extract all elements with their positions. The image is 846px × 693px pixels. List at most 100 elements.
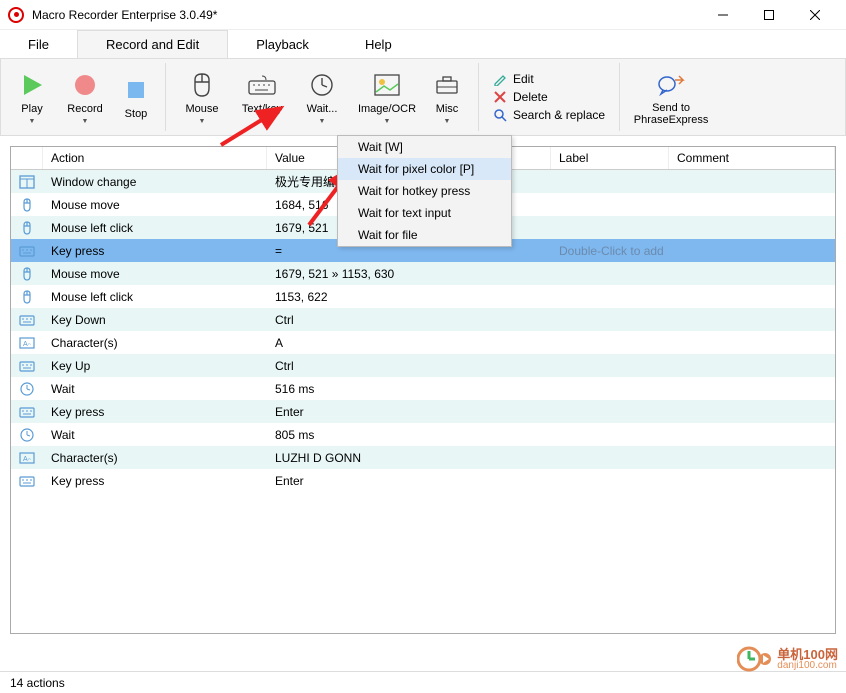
table-row[interactable]: Mouse left click1153, 622 bbox=[11, 285, 835, 308]
menu-playback[interactable]: Playback bbox=[228, 30, 337, 58]
ribbon: Play ▼ Record ▼ Stop Mouse ▼ Text/key ▼ … bbox=[0, 58, 846, 136]
menu-file[interactable]: File bbox=[0, 30, 77, 58]
row-icon bbox=[11, 267, 43, 281]
dd-wait-hotkey[interactable]: Wait for hotkey press bbox=[338, 180, 511, 202]
row-icon bbox=[11, 405, 43, 419]
row-action: Character(s) bbox=[43, 451, 267, 465]
svg-text:A꤮: A꤮ bbox=[23, 341, 32, 348]
col-action-header[interactable]: Action bbox=[43, 147, 267, 169]
row-action: Mouse left click bbox=[43, 221, 267, 235]
row-action: Wait bbox=[43, 382, 267, 396]
dd-wait-text[interactable]: Wait for text input bbox=[338, 202, 511, 224]
row-value: Ctrl bbox=[267, 313, 551, 327]
imageocr-label: Image/OCR bbox=[358, 103, 416, 115]
ribbon-group-send: Send toPhraseExpress bbox=[620, 63, 722, 131]
row-action: Key Down bbox=[43, 313, 267, 327]
row-label: Double-Click to add bbox=[551, 244, 669, 258]
row-action: Key Up bbox=[43, 359, 267, 373]
col-icon-header[interactable] bbox=[11, 147, 43, 169]
delete-action[interactable]: Delete bbox=[493, 89, 605, 105]
misc-button[interactable]: Misc ▼ bbox=[422, 63, 472, 131]
pencil-icon bbox=[493, 72, 507, 86]
dd-wait[interactable]: Wait [W] bbox=[338, 136, 511, 158]
sendto-label: Send toPhraseExpress bbox=[634, 102, 709, 126]
row-value: Enter bbox=[267, 405, 551, 419]
row-value: A bbox=[267, 336, 551, 350]
row-icon bbox=[11, 221, 43, 235]
wait-button[interactable]: Wait... ▼ bbox=[292, 63, 352, 131]
row-action: Mouse left click bbox=[43, 290, 267, 304]
svg-text:A꤮: A꤮ bbox=[23, 456, 32, 463]
table-row[interactable]: Key pressEnter bbox=[11, 400, 835, 423]
edit-label: Edit bbox=[513, 72, 534, 86]
row-value: 805 ms bbox=[267, 428, 551, 442]
stop-label: Stop bbox=[125, 108, 148, 120]
close-button[interactable] bbox=[792, 0, 838, 30]
wait-dropdown: Wait [W] Wait for pixel color [P] Wait f… bbox=[337, 135, 512, 247]
textkey-button[interactable]: Text/key ▼ bbox=[232, 63, 292, 131]
row-action: Character(s) bbox=[43, 336, 267, 350]
table-row[interactable]: Mouse move1679, 521 » 1153, 630 bbox=[11, 262, 835, 285]
mouse-label: Mouse bbox=[185, 103, 218, 115]
table-row[interactable]: Wait805 ms bbox=[11, 423, 835, 446]
row-icon: A꤮ bbox=[11, 336, 43, 350]
watermark-icon bbox=[737, 643, 773, 675]
table-row[interactable]: A꤮Character(s)LUZHI D GONN bbox=[11, 446, 835, 469]
ribbon-group-insert: Mouse ▼ Text/key ▼ Wait... ▼ Image/OCR ▼… bbox=[166, 63, 479, 131]
col-label-header[interactable]: Label bbox=[551, 147, 669, 169]
row-value: Ctrl bbox=[267, 359, 551, 373]
textkey-label: Text/key bbox=[242, 103, 282, 115]
misc-label: Misc bbox=[436, 103, 459, 115]
row-action: Wait bbox=[43, 428, 267, 442]
keyboard-icon bbox=[248, 69, 276, 101]
stop-icon bbox=[126, 74, 146, 106]
search-icon bbox=[493, 108, 507, 122]
row-icon bbox=[11, 290, 43, 304]
search-label: Search & replace bbox=[513, 108, 605, 122]
table-row[interactable]: Key DownCtrl bbox=[11, 308, 835, 331]
image-icon bbox=[374, 69, 400, 101]
play-icon bbox=[20, 69, 44, 101]
watermark: 单机100网 danji100.com bbox=[737, 643, 838, 675]
row-icon bbox=[11, 198, 43, 212]
menu-record-edit[interactable]: Record and Edit bbox=[77, 30, 228, 58]
delete-icon bbox=[493, 90, 507, 104]
row-icon: A꤮ bbox=[11, 451, 43, 465]
row-action: Key press bbox=[43, 474, 267, 488]
table-row[interactable]: Wait516 ms bbox=[11, 377, 835, 400]
mouse-icon bbox=[191, 69, 213, 101]
edit-action[interactable]: Edit bbox=[493, 71, 605, 87]
menu-help[interactable]: Help bbox=[337, 30, 420, 58]
app-icon bbox=[8, 7, 24, 23]
row-value: 1153, 622 bbox=[267, 290, 551, 304]
dd-wait-file[interactable]: Wait for file bbox=[338, 224, 511, 246]
watermark-line1: 单机100网 bbox=[777, 648, 838, 661]
stop-button[interactable]: Stop bbox=[113, 63, 159, 131]
window-controls bbox=[700, 0, 838, 30]
mouse-button[interactable]: Mouse ▼ bbox=[172, 63, 232, 131]
clock-icon bbox=[310, 69, 334, 101]
row-icon bbox=[11, 175, 43, 189]
window-title: Macro Recorder Enterprise 3.0.49* bbox=[32, 8, 700, 22]
table-row[interactable]: Key UpCtrl bbox=[11, 354, 835, 377]
dd-wait-pixel[interactable]: Wait for pixel color [P] bbox=[338, 158, 511, 180]
col-comment-header[interactable]: Comment bbox=[669, 147, 835, 169]
watermark-line2: danji100.com bbox=[777, 661, 838, 671]
phraseexpress-icon bbox=[657, 68, 685, 100]
row-action: Window change bbox=[43, 175, 267, 189]
minimize-button[interactable] bbox=[700, 0, 746, 30]
imageocr-button[interactable]: Image/OCR ▼ bbox=[352, 63, 422, 131]
row-value: 1679, 521 » 1153, 630 bbox=[267, 267, 551, 281]
play-button[interactable]: Play ▼ bbox=[7, 63, 57, 131]
maximize-button[interactable] bbox=[746, 0, 792, 30]
record-button[interactable]: Record ▼ bbox=[57, 63, 113, 131]
briefcase-icon bbox=[435, 69, 459, 101]
row-action: Key press bbox=[43, 244, 267, 258]
table-row[interactable]: A꤮ Character(s)A bbox=[11, 331, 835, 354]
table-row[interactable]: Key pressEnter bbox=[11, 469, 835, 492]
delete-label: Delete bbox=[513, 90, 548, 104]
sendto-phraseexpress-button[interactable]: Send toPhraseExpress bbox=[626, 63, 716, 131]
row-action: Mouse move bbox=[43, 198, 267, 212]
search-replace-action[interactable]: Search & replace bbox=[493, 107, 605, 123]
row-icon bbox=[11, 359, 43, 373]
